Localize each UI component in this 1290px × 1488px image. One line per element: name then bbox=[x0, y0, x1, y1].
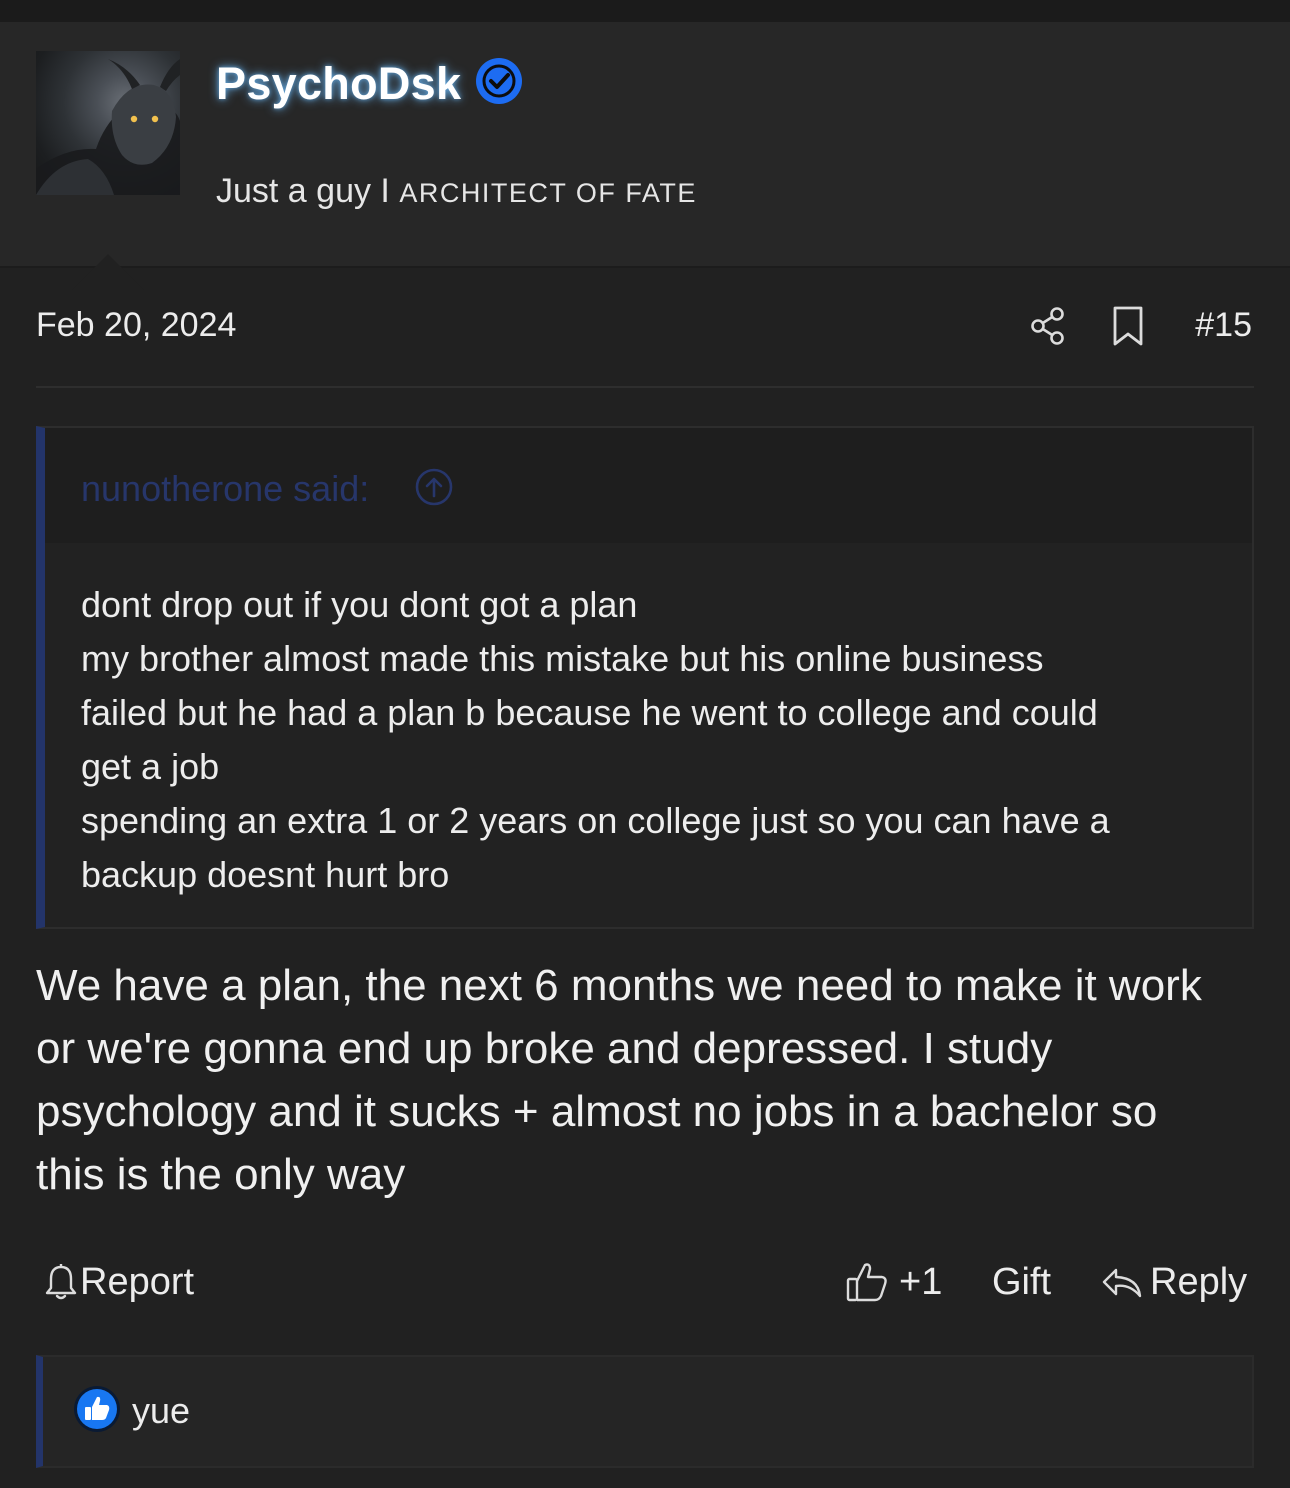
divider bbox=[36, 386, 1254, 388]
message-line: psychology and it sucks + almost no jobs… bbox=[36, 1087, 1158, 1136]
reply-label: Reply bbox=[1150, 1261, 1248, 1303]
quote-line: my brother almost made this mistake but … bbox=[81, 638, 1044, 679]
share-icon[interactable] bbox=[1028, 305, 1068, 347]
author-title: Just a guy I Architect of Fate bbox=[216, 172, 697, 211]
author-header: PsychoDsk Just a guy I Architect of Fate bbox=[0, 22, 1290, 290]
quote-line: failed but he had a plan b because he we… bbox=[81, 692, 1098, 733]
reactions-bar: yue bbox=[36, 1355, 1254, 1468]
quote-text: dont drop out if you dont got a plan my … bbox=[81, 578, 1222, 902]
reply-button[interactable]: Reply bbox=[1100, 1256, 1247, 1308]
author-name[interactable]: PsychoDsk bbox=[216, 58, 461, 110]
report-label: Report bbox=[80, 1261, 195, 1303]
bell-icon bbox=[45, 1264, 77, 1300]
quote-line: spending an extra 1 or 2 years on colleg… bbox=[81, 800, 1110, 841]
like-count: +1 bbox=[899, 1261, 943, 1303]
bookmark-icon[interactable] bbox=[1112, 306, 1144, 346]
post-date[interactable]: Feb 20, 2024 bbox=[36, 306, 236, 345]
reaction-user-link[interactable]: yue bbox=[132, 1390, 190, 1432]
message-line: We have a plan, the next 6 months we nee… bbox=[36, 961, 1202, 1010]
verified-badge-icon bbox=[476, 58, 522, 104]
gift-button[interactable]: Gift bbox=[992, 1256, 1051, 1308]
message-line: or we're gonna end up broke and depresse… bbox=[36, 1024, 1053, 1073]
thumbs-up-icon bbox=[846, 1263, 887, 1302]
quote-block: nunotherone said: dont drop out if you d… bbox=[36, 426, 1254, 929]
arrow-up-circle-icon[interactable] bbox=[415, 468, 453, 506]
top-strip bbox=[0, 0, 1290, 22]
quote-header: nunotherone said: bbox=[45, 428, 1252, 543]
header-notch bbox=[72, 254, 144, 290]
quote-line: dont drop out if you dont got a plan bbox=[81, 584, 638, 625]
like-reaction-icon bbox=[74, 1386, 120, 1432]
author-title-small: Architect of Fate bbox=[399, 178, 697, 208]
quote-line: backup doesnt hurt bro bbox=[81, 854, 450, 895]
reply-icon bbox=[1102, 1268, 1142, 1298]
message-line: this is the only way bbox=[36, 1150, 406, 1199]
post-message: We have a plan, the next 6 months we nee… bbox=[36, 954, 1266, 1206]
quote-line: get a job bbox=[81, 746, 220, 787]
quote-author-link[interactable]: nunotherone said: bbox=[81, 468, 369, 510]
avatar[interactable] bbox=[36, 51, 180, 195]
like-button[interactable]: +1 bbox=[845, 1256, 942, 1308]
post-number-link[interactable]: #15 bbox=[1195, 306, 1252, 345]
report-button[interactable]: Report bbox=[42, 1256, 194, 1308]
author-title-prefix: Just a guy I bbox=[216, 172, 390, 210]
post-actions: Report +1 Gift Reply bbox=[0, 1256, 1290, 1308]
